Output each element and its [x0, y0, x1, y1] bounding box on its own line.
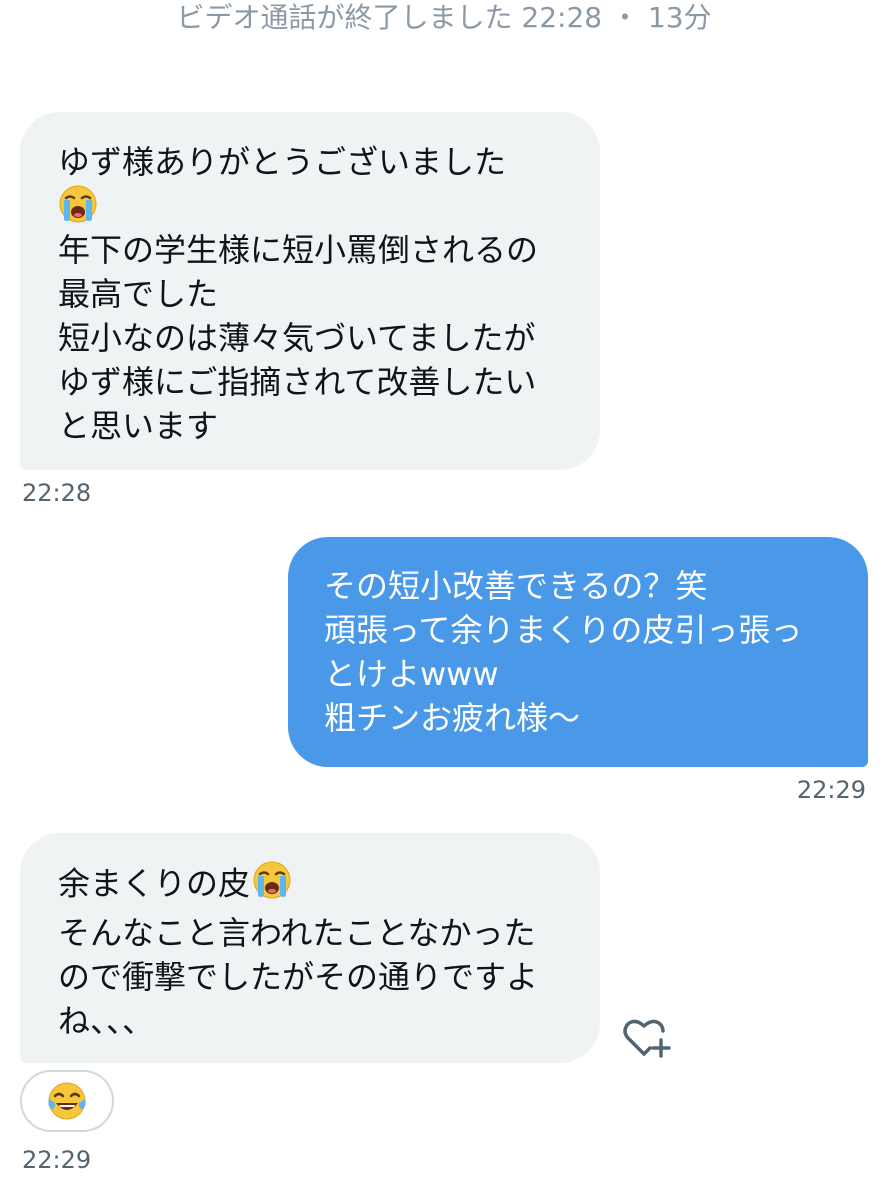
message-text-line: とけよwww — [324, 655, 499, 693]
loudly-crying-face-icon — [252, 860, 292, 911]
reaction-pill[interactable] — [20, 1070, 114, 1132]
message-text-line: その短小改善できるの？笑 — [324, 567, 708, 605]
face-with-tears-of-joy-icon — [47, 1081, 87, 1121]
message-text-line: そんなこと言われたことなかった — [58, 914, 536, 952]
message-text-line: ゆず様ありがとうございました — [58, 143, 507, 181]
message-timestamp: 22:29 — [796, 776, 866, 804]
add-reaction-heart-icon[interactable] — [622, 1016, 674, 1060]
outgoing-message-bubble[interactable]: その短小改善できるの？笑 頑張って余りまくりの皮引っ張っ とけよwww 粗チンお… — [288, 537, 868, 767]
message-timestamp: 22:28 — [22, 479, 92, 507]
message-text-line: 年下の学生様に短小罵倒されるの — [58, 231, 539, 269]
incoming-message-bubble[interactable]: 余まくりの皮 そんなこと言われたことなかった ので衝撃でしたがその通りですよ ね… — [20, 833, 600, 1063]
message-text-line: 最高でした — [58, 275, 219, 313]
message-text-line: ので衝撃でしたがその通りですよ — [58, 958, 539, 996]
call-ended-notice: ビデオ通話が終了しました 22:28 ・ 13分 — [176, 1, 712, 34]
message-text-line: ゆず様にご指摘されて改善したい — [58, 363, 537, 401]
message-timestamp: 22:29 — [22, 1146, 92, 1174]
message-text-line: 頑張って余りまくりの皮引っ張っ — [324, 611, 803, 649]
message-text-line: ね、、、 — [58, 1002, 155, 1040]
message-text-line: 粗チンお疲れ様〜 — [324, 699, 581, 737]
incoming-message-bubble[interactable]: ゆず様ありがとうございました 年下の学生様に短小罵倒されるの 最高でした 短小な… — [20, 112, 600, 470]
message-text-line: と思います — [58, 407, 219, 445]
message-text-line: 短小なのは薄々気づいてましたが — [58, 319, 536, 357]
message-text-line: 余まくりの皮 — [58, 864, 251, 903]
